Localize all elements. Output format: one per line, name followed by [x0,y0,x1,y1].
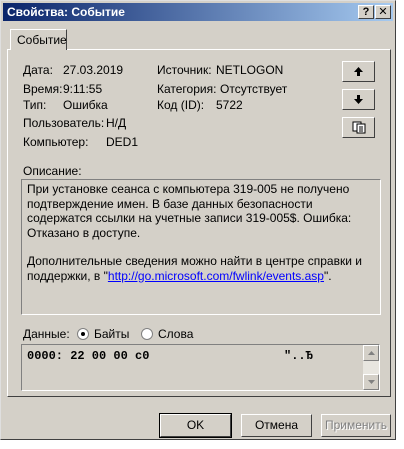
scroll-up-button[interactable] [363,345,379,361]
category-value: Отсутствует [220,82,288,96]
category-label: Категория: [157,82,217,96]
next-event-button[interactable] [342,89,375,110]
user-label: Пользователь: [23,116,105,130]
type-label: Тип: [23,98,47,112]
scroll-down-button[interactable] [363,374,379,390]
date-value: 27.03.2019 [63,63,124,77]
previous-event-button[interactable] [342,61,375,82]
copy-event-button[interactable] [342,117,375,138]
arrow-up-icon [354,67,363,76]
copy-icon [352,121,365,134]
bytes-radio[interactable] [77,328,89,340]
computer-value: DED1 [106,135,139,149]
cancel-button[interactable]: Отмена [241,414,312,437]
arrow-down-icon [354,95,363,104]
help-button[interactable]: ? [358,5,374,19]
help-link[interactable]: http://go.microsoft.com/fwlink/events.as… [108,269,324,283]
window-title: Свойства: Событие [7,5,125,19]
close-button[interactable]: ✕ [375,5,391,19]
bytes-radio-label[interactable]: Байты [94,327,129,341]
description-paragraph-2: Дополнительные сведения можно найти в це… [27,254,374,283]
date-label: Дата: [23,63,53,77]
computer-label: Компьютер: [23,135,89,149]
chevron-up-icon [367,351,375,355]
data-label: Данные: [23,327,70,341]
user-value: Н/Д [106,116,127,130]
chevron-down-icon [367,380,375,384]
tab-event-label: Событие [17,33,67,47]
description-paragraph-1: При установке сеанса с компьютера 319-00… [27,182,352,225]
data-scrollbar[interactable] [363,345,379,390]
ok-button[interactable]: OK [159,413,232,438]
tab-event[interactable]: Событие [10,29,67,50]
words-radio-label[interactable]: Слова [158,327,193,341]
event-id-value: 5722 [216,98,243,112]
time-label: Время: [23,82,63,96]
description-label: Описание: [23,164,82,178]
apply-button[interactable]: Применить [321,414,391,437]
data-hex: 0000: 22 00 00 c0 [27,349,150,363]
source-value: NETLOGON [216,63,284,77]
help-text-suffix: ". [323,268,332,283]
data-ascii: "..Ђ [284,349,313,363]
type-value: Ошибка [63,98,108,112]
time-value: 9:11:55 [63,82,103,96]
description-paragraph-1-line-2: Отказано в доступе. [27,225,141,240]
description-textbox[interactable]: При установке сеанса с компьютера 319-00… [21,179,381,315]
event-properties-dialog: Свойства: Событие ? ✕ Событие Дата: 27.0… [0,0,396,440]
source-label: Источник: [157,63,212,77]
words-radio[interactable] [141,328,153,340]
event-id-label: Код (ID): [157,98,205,112]
title-bar: Свойства: Событие ? ✕ [3,3,393,21]
data-textbox[interactable]: 0000: 22 00 00 c0 "..Ђ [21,344,380,391]
